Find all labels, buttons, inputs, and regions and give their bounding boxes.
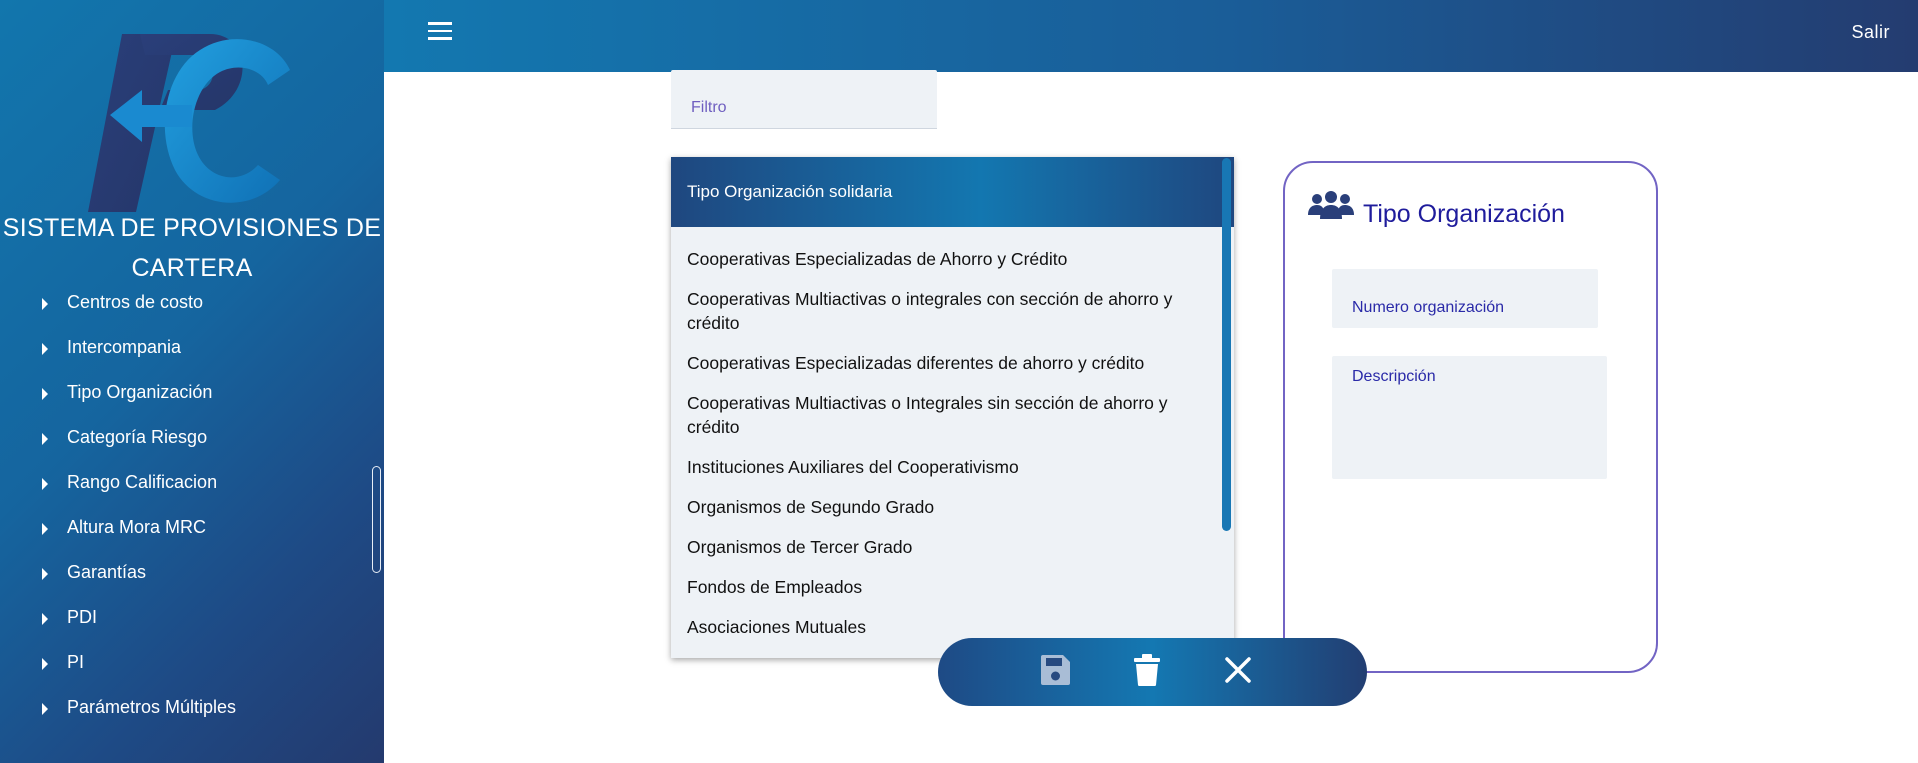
caret-right-icon [42, 342, 48, 355]
sidebar-item-rango-calificacion[interactable]: Rango Calificacion [0, 460, 384, 505]
form-title: Tipo Organización [1363, 200, 1565, 228]
sidebar-item-pi[interactable]: PI [0, 640, 384, 685]
list-item[interactable]: Cooperativas Especializadas diferentes d… [671, 343, 1214, 383]
top-header: Salir [384, 0, 1918, 72]
app-logo [88, 34, 290, 212]
sidebar-item-label: PDI [67, 607, 98, 627]
list-header: Tipo Organización solidaria [671, 157, 1234, 227]
list-item[interactable]: Fondos de Empleados [671, 567, 1214, 607]
filter-input[interactable] [671, 70, 937, 128]
sidebar-item-pdi[interactable]: PDI [0, 595, 384, 640]
sidebar-item-label: Tipo Organización [67, 382, 213, 402]
list-item[interactable]: Cooperativas Multiactivas o Integrales s… [671, 383, 1214, 447]
sidebar-item-intercompania[interactable]: Intercompania [0, 325, 384, 370]
logout-button[interactable]: Salir [1851, 22, 1890, 43]
organization-type-list: Tipo Organización solidaria Cooperativas… [671, 157, 1234, 658]
list-item[interactable]: Organismos de Segundo Grado [671, 487, 1214, 527]
organization-number-input[interactable] [1332, 269, 1598, 328]
delete-button[interactable] [1129, 652, 1165, 688]
caret-right-icon [42, 567, 48, 580]
hamburger-menu-icon[interactable] [428, 22, 452, 42]
organization-form-card: Tipo Organización [1283, 161, 1658, 673]
sidebar: SISTEMA DE PROVISIONES DE CARTERA Centro… [0, 0, 384, 763]
caret-right-icon [42, 702, 48, 715]
caret-right-icon [42, 522, 48, 535]
caret-right-icon [42, 477, 48, 490]
list-item[interactable]: Instituciones Auxiliares del Cooperativi… [671, 447, 1214, 487]
sidebar-item-centros-de-costo[interactable]: Centros de costo [0, 280, 384, 325]
trash-icon [1134, 654, 1160, 686]
list-item[interactable]: Cooperativas Multiactivas o integrales c… [671, 279, 1214, 343]
sidebar-item-label: Intercompania [67, 337, 182, 357]
sidebar-item-label: Categoría Riesgo [67, 427, 208, 447]
filter-field [671, 70, 937, 129]
list-item[interactable]: Cooperativas Especializadas de Ahorro y … [671, 239, 1214, 279]
save-button[interactable] [1037, 652, 1073, 688]
description-textarea[interactable] [1332, 356, 1607, 479]
list-body: Cooperativas Especializadas de Ahorro y … [671, 227, 1234, 647]
sidebar-item-label: Garantías [67, 562, 147, 582]
sidebar-menu: Centros de costo Intercompania Tipo Orga… [0, 280, 384, 730]
organization-number-field [1332, 269, 1598, 328]
list-item[interactable]: Organismos de Tercer Grado [671, 527, 1214, 567]
sidebar-item-categoria-riesgo[interactable]: Categoría Riesgo [0, 415, 384, 460]
sidebar-item-label: PI [67, 652, 85, 672]
caret-right-icon [42, 657, 48, 670]
form-title-row: Tipo Organización [1307, 191, 1565, 228]
sidebar-item-garantias[interactable]: Garantías [0, 550, 384, 595]
app-title: SISTEMA DE PROVISIONES DE CARTERA [2, 214, 382, 282]
sidebar-item-label: Parámetros Múltiples [67, 697, 237, 717]
sidebar-item-altura-mora-mrc[interactable]: Altura Mora MRC [0, 505, 384, 550]
action-bar [938, 638, 1367, 706]
close-icon [1225, 657, 1251, 683]
description-field [1332, 356, 1607, 479]
sidebar-scrollbar[interactable] [372, 466, 381, 573]
caret-right-icon [42, 612, 48, 625]
sidebar-item-label: Altura Mora MRC [67, 517, 207, 537]
sidebar-item-label: Centros de costo [67, 292, 204, 312]
caret-right-icon [42, 387, 48, 400]
close-button[interactable] [1220, 652, 1256, 688]
save-icon [1041, 655, 1070, 685]
sidebar-item-parametros-multiples[interactable]: Parámetros Múltiples [0, 685, 384, 730]
sidebar-item-tipo-organizacion[interactable]: Tipo Organización [0, 370, 384, 415]
sidebar-item-label: Rango Calificacion [67, 472, 218, 492]
list-scrollbar[interactable] [1222, 158, 1231, 531]
people-group-icon [1308, 191, 1354, 219]
caret-right-icon [42, 432, 48, 445]
caret-right-icon [42, 297, 48, 310]
